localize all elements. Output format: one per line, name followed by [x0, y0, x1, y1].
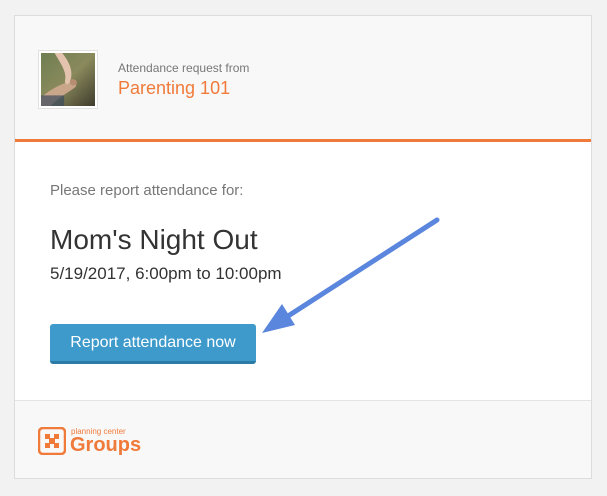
request-label: Attendance request from	[118, 61, 250, 75]
group-avatar	[38, 50, 98, 109]
group-name-link[interactable]: Parenting 101	[118, 78, 230, 99]
email-card: Attendance request from Parenting 101 Pl…	[14, 15, 592, 479]
event-time: 5/19/2017, 6:00pm to 10:00pm	[50, 264, 282, 283]
attendance-prompt: Please report attendance for:	[50, 182, 244, 199]
planning-center-groups-icon	[38, 427, 66, 455]
card-footer: planning center Groups	[15, 400, 591, 478]
card-body: Please report attendance for: Mom's Nigh…	[15, 142, 591, 400]
logo-big-text: Groups	[70, 434, 142, 456]
event-title: Mom's Night Out	[50, 224, 258, 255]
report-attendance-button[interactable]: Report attendance now	[50, 324, 256, 364]
group-photo-icon	[41, 53, 95, 106]
card-header: Attendance request from Parenting 101	[15, 16, 591, 142]
planning-center-groups-logo[interactable]: planning center Groups	[38, 425, 148, 457]
